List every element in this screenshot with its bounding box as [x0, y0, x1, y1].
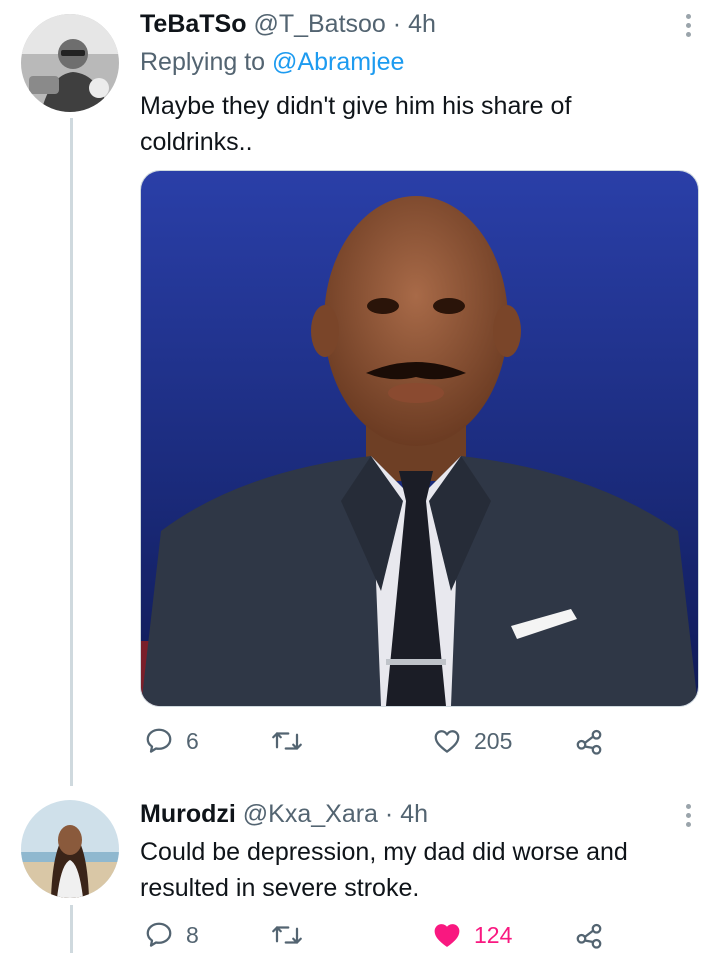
- share-icon: [576, 729, 602, 755]
- tweet-actions: 8 124: [140, 920, 700, 956]
- share-button[interactable]: [574, 726, 604, 756]
- reply-button[interactable]: 8: [144, 920, 199, 950]
- like-count: 205: [474, 727, 513, 754]
- more-icon[interactable]: [686, 804, 692, 831]
- tweet-header: Murodzi @Kxa_Xara · 4h: [140, 800, 428, 829]
- tweet-actions: 6 205: [140, 726, 700, 762]
- tweet-media-photo[interactable]: [140, 170, 699, 707]
- retweet-button[interactable]: [270, 726, 316, 756]
- retweet-icon: [272, 926, 302, 944]
- tweet-text: Could be depression, my dad did worse an…: [140, 834, 700, 906]
- thread-line: [70, 118, 73, 786]
- timestamp[interactable]: 4h: [400, 800, 428, 828]
- handle[interactable]: @Kxa_Xara: [243, 800, 378, 828]
- tweet-text-line: Maybe they didn't give him his share of: [140, 92, 572, 120]
- replying-to: Replying to @Abramjee: [140, 48, 404, 77]
- reply-count: 6: [186, 727, 199, 754]
- like-count: 124: [474, 921, 513, 948]
- reply-button[interactable]: 6: [144, 726, 199, 756]
- avatar[interactable]: [21, 14, 119, 112]
- like-icon: [434, 730, 460, 753]
- share-button[interactable]: [574, 920, 604, 950]
- timestamp[interactable]: 4h: [408, 10, 436, 38]
- thread-line: [70, 905, 73, 953]
- handle[interactable]: @T_Batsoo: [253, 10, 385, 38]
- like-button[interactable]: 124: [432, 920, 512, 950]
- like-icon: [434, 924, 460, 947]
- tweet-header: TeBaTSo @T_Batsoo · 4h: [140, 10, 436, 39]
- tweet-text: Maybe they didn't give him his share of …: [140, 88, 700, 160]
- tweet-text-line: resulted in severe stroke.: [140, 874, 420, 902]
- reply-icon: [146, 922, 172, 947]
- display-name[interactable]: TeBaTSo: [140, 10, 247, 38]
- retweet-icon: [272, 732, 302, 750]
- more-icon[interactable]: [686, 14, 692, 41]
- retweet-button[interactable]: [270, 920, 316, 950]
- avatar[interactable]: [21, 800, 119, 898]
- reply-icon: [146, 728, 172, 753]
- share-icon: [576, 923, 602, 949]
- display-name[interactable]: Murodzi: [140, 800, 236, 828]
- like-button[interactable]: 205: [432, 726, 512, 756]
- tweet-text-line: Could be depression, my dad did worse an…: [140, 838, 628, 866]
- tweet-text-line: coldrinks..: [140, 128, 253, 156]
- separator: ·: [384, 800, 394, 828]
- separator: ·: [392, 10, 402, 38]
- replying-mention[interactable]: @Abramjee: [272, 48, 404, 76]
- replying-label: Replying to: [140, 48, 266, 76]
- reply-count: 8: [186, 921, 199, 948]
